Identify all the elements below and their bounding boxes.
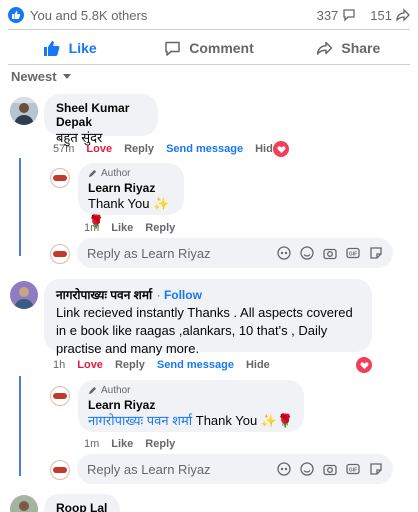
gif-icon[interactable]: GIF xyxy=(346,246,360,260)
avatar xyxy=(50,460,70,480)
comment-actions: 1h Love Reply Send message Hide xyxy=(53,359,270,371)
share-button[interactable]: Share xyxy=(279,34,418,62)
comment-actions: 57m Love Reply Send message Hide xyxy=(53,143,279,155)
sticker-icon[interactable] xyxy=(369,462,383,476)
author-badge: Author xyxy=(88,168,174,179)
share-arrow-icon xyxy=(396,8,410,22)
thread-line xyxy=(19,376,21,476)
svg-text:GIF: GIF xyxy=(349,251,357,257)
avatar[interactable] xyxy=(50,168,70,188)
reply-button[interactable]: Reply xyxy=(124,143,154,155)
comment-bubble[interactable]: Roop Lal xyxy=(44,494,120,512)
reply-button[interactable]: Reply xyxy=(115,359,145,371)
follow-button[interactable]: Follow xyxy=(164,288,202,302)
comment-bubble[interactable]: नागरोपाख्यः पवन शर्मा · Follow Link reci… xyxy=(44,279,372,356)
avatar[interactable] xyxy=(10,495,38,512)
comment-label: Comment xyxy=(189,40,254,56)
hide-button[interactable]: Hide xyxy=(246,359,270,371)
reply-button[interactable]: Reply xyxy=(145,438,175,450)
comment-author[interactable]: नागरोपाख्यः पवन शर्मा xyxy=(56,288,152,302)
sort-label: Newest xyxy=(11,69,57,84)
reactors-text[interactable]: You and 5.8K others xyxy=(30,8,147,23)
thread-line xyxy=(19,158,21,256)
comment-text: Link recieved instantly Thanks . All asp… xyxy=(56,305,353,356)
love-button[interactable]: Love xyxy=(77,359,103,371)
divider xyxy=(8,29,410,30)
share-count-value: 151 xyxy=(370,7,392,23)
pencil-icon xyxy=(88,169,97,178)
chevron-down-icon xyxy=(62,74,71,79)
reaction-stats: You and 5.8K others 337 151 xyxy=(8,5,410,25)
like-label: Like xyxy=(68,40,97,56)
share-count[interactable]: 151 xyxy=(370,8,410,23)
reply-input[interactable]: Reply as Learn Riyaz GIF xyxy=(77,454,393,484)
avatar-sticker-icon[interactable] xyxy=(277,462,291,476)
emoji-icon[interactable] xyxy=(300,246,314,260)
post-actions: Like Comment Share xyxy=(0,34,418,62)
avatar[interactable] xyxy=(10,281,38,309)
author-badge-label: Author xyxy=(101,168,131,179)
comment-bubble[interactable]: Sheel Kumar Depak बहुत सुंदर xyxy=(44,94,158,145)
comment-button[interactable]: Comment xyxy=(139,34,278,62)
author-badge: Author xyxy=(88,385,294,396)
thumbs-up-icon xyxy=(43,41,60,56)
gif-icon[interactable]: GIF xyxy=(346,462,360,476)
sort-dropdown[interactable]: Newest xyxy=(11,69,71,84)
comment-time[interactable]: 1m xyxy=(84,222,99,234)
avatar xyxy=(50,244,70,264)
comment-author[interactable]: Roop Lal xyxy=(56,501,108,512)
comment-author[interactable]: Learn Riyaz xyxy=(88,181,174,195)
comment-time[interactable]: 57m xyxy=(53,143,74,155)
reply-bubble[interactable]: Author Learn Riyaz Thank You ✨🌹 xyxy=(78,163,184,229)
comment-icon xyxy=(165,41,180,56)
share-icon xyxy=(317,41,333,55)
comment-author[interactable]: Learn Riyaz xyxy=(88,398,294,412)
comment-time[interactable]: 1m xyxy=(84,438,99,450)
comments-panel: You and 5.8K others 337 151 Like Comment… xyxy=(0,0,418,512)
camera-icon[interactable] xyxy=(323,462,337,476)
reply-input-placeholder: Reply as Learn Riyaz xyxy=(87,461,211,477)
comment-time[interactable]: 1h xyxy=(53,359,65,371)
like-reaction-icon[interactable] xyxy=(8,7,24,23)
comment-actions: 1m Like Reply xyxy=(84,222,175,234)
avatar[interactable] xyxy=(50,386,70,406)
comment-author[interactable]: Sheel Kumar Depak xyxy=(56,101,146,129)
divider xyxy=(8,64,410,65)
send-message-button[interactable]: Send message xyxy=(157,359,234,371)
like-button[interactable]: Like xyxy=(0,34,139,62)
sticker-icon[interactable] xyxy=(369,246,383,260)
reply-button[interactable]: Reply xyxy=(145,222,175,234)
pencil-icon xyxy=(88,386,97,395)
emoji-icon[interactable] xyxy=(300,462,314,476)
comment-count[interactable]: 337 xyxy=(317,8,357,23)
avatar[interactable] xyxy=(10,97,38,125)
reply-input[interactable]: Reply as Learn Riyaz GIF xyxy=(77,238,393,268)
love-button[interactable]: Love xyxy=(86,143,112,155)
author-badge-label: Author xyxy=(101,385,131,396)
like-button[interactable]: Like xyxy=(111,438,133,450)
svg-text:GIF: GIF xyxy=(349,467,357,473)
like-button[interactable]: Like xyxy=(111,222,133,234)
comment-text: Thank You ✨🌹 xyxy=(195,413,294,428)
reply-input-placeholder: Reply as Learn Riyaz xyxy=(87,245,211,261)
love-reaction-icon[interactable] xyxy=(273,141,289,157)
mention-link[interactable]: नागरोपाख्यः पवन शर्मा xyxy=(88,413,192,428)
reply-bubble[interactable]: Author Learn Riyaz नागरोपाख्यः पवन शर्मा… xyxy=(78,380,304,432)
comment-actions: 1m Like Reply xyxy=(84,438,175,450)
comment-bubble-icon xyxy=(343,9,355,22)
camera-icon[interactable] xyxy=(323,246,337,260)
avatar-sticker-icon[interactable] xyxy=(277,246,291,260)
share-label: Share xyxy=(341,40,381,56)
send-message-button[interactable]: Send message xyxy=(166,143,243,155)
love-reaction-icon[interactable] xyxy=(356,357,372,373)
comment-count-value: 337 xyxy=(316,7,339,23)
